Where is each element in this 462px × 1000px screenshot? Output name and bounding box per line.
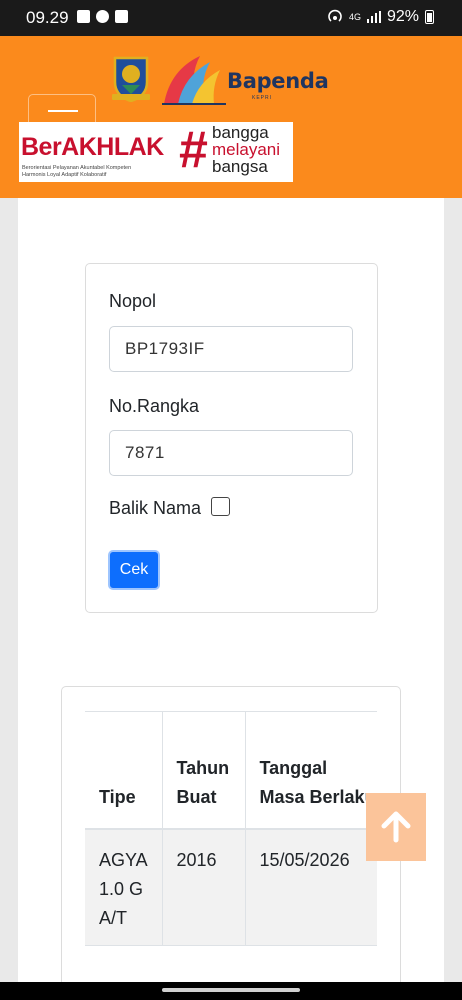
table-row: AGYA 1.0 G A/T 2016 15/05/2026 xyxy=(85,828,377,946)
status-bar: 09.29 4G 92% xyxy=(0,0,462,36)
column-header-masa-berlaku: Tanggal Masa Berlaku xyxy=(244,711,377,830)
column-header-tipe: Tipe xyxy=(85,711,162,830)
slogan-line-1: bangga xyxy=(212,123,269,142)
balik-nama-label: Balik Nama xyxy=(109,498,202,518)
network-type: 4G xyxy=(348,11,361,22)
bapenda-wave-icon xyxy=(162,56,226,105)
balik-nama-checkbox[interactable] xyxy=(211,497,230,516)
cell-tipe: AGYA 1.0 G A/T xyxy=(85,828,162,946)
rangka-input[interactable] xyxy=(109,430,353,476)
bapenda-sub: KEPRI xyxy=(252,95,273,101)
cell-tahun-buat: 2016 xyxy=(161,828,245,946)
cek-button[interactable]: Cek xyxy=(108,550,160,590)
status-time: 09.29 xyxy=(26,8,69,27)
nopol-label: Nopol xyxy=(109,291,157,311)
battery-percent: 92% xyxy=(386,8,419,25)
rangka-label: No.Rangka xyxy=(109,396,200,416)
table-header-row: Tipe Tahun Buat Tanggal Masa Berlaku xyxy=(85,711,377,830)
bapenda-logo: Bapenda KEPRI xyxy=(160,50,329,108)
site-header: Bapenda KEPRI BerAKHLAK Berorientasi Pel… xyxy=(0,36,462,198)
slogan-line-3: bangsa xyxy=(212,157,268,176)
slogan-line-2: melayani xyxy=(212,140,281,159)
arrow-up-icon xyxy=(381,811,411,843)
berakhlak-banner: BerAKHLAK Berorientasi Pelayanan Akuntab… xyxy=(19,122,293,182)
facebook-icon xyxy=(96,10,109,23)
hotspot-icon xyxy=(328,9,342,22)
notification-icons xyxy=(77,10,128,23)
home-gesture-handle[interactable] xyxy=(162,988,300,992)
nopol-input[interactable] xyxy=(109,326,353,372)
hashtag-symbol: # xyxy=(179,122,208,179)
signal-icon xyxy=(366,11,381,23)
shopping-bag-icon xyxy=(77,10,90,23)
cell-masa-berlaku: 15/05/2026 xyxy=(244,828,377,946)
scroll-to-top-button[interactable] xyxy=(366,793,426,861)
result-table: Tipe Tahun Buat Tanggal Masa Berlaku AGY… xyxy=(85,711,377,946)
berakhlak-slogan: bangga melayani bangsa xyxy=(212,124,280,175)
checkbox-notification-icon xyxy=(115,10,128,23)
hamburger-icon xyxy=(48,110,78,112)
system-navigation-bar xyxy=(0,982,462,1000)
berakhlak-subtitle-2: Harmonis Loyal Adaptif Kolaboratif xyxy=(22,172,107,178)
berakhlak-subtitle-1: Berorientasi Pelayanan Akuntabel Kompete… xyxy=(22,165,132,171)
column-header-tahun-buat: Tahun Buat xyxy=(161,711,245,830)
battery-icon xyxy=(425,10,434,24)
province-emblem-logo xyxy=(112,56,150,102)
berakhlak-title: BerAKHLAK xyxy=(21,133,164,161)
status-right: 4G 92% xyxy=(327,8,434,26)
bapenda-name: Bapenda xyxy=(227,69,329,93)
